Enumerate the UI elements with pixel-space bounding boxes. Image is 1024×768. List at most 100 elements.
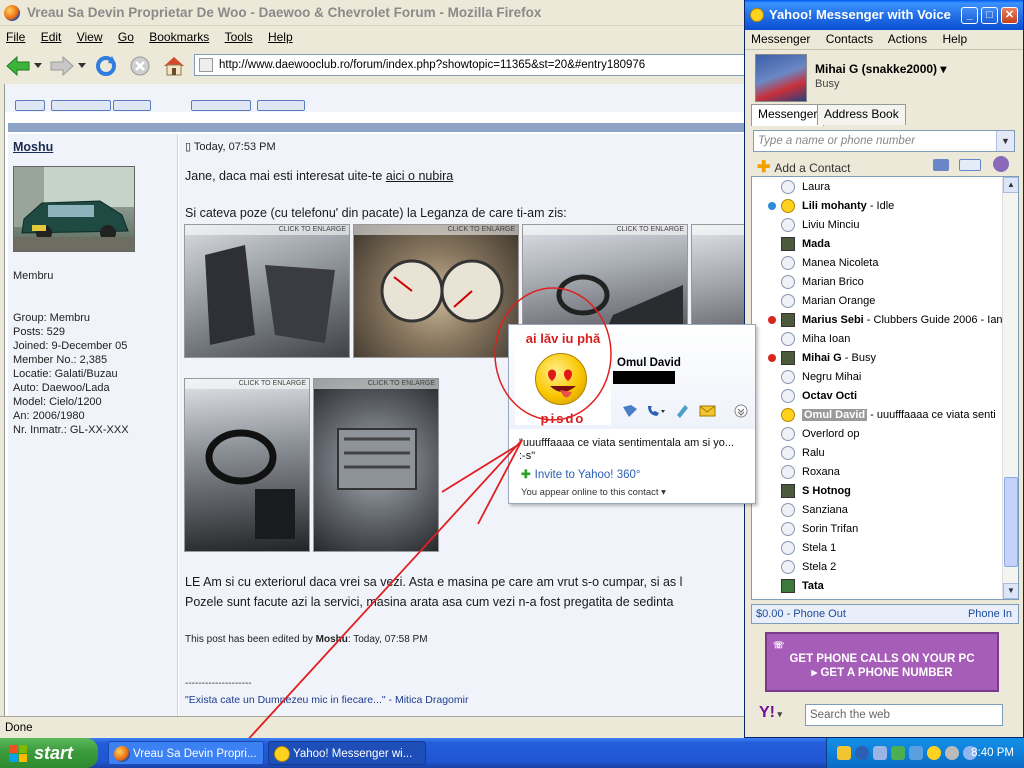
add-contact-button[interactable]: ✚ Add a Contact	[757, 157, 850, 177]
menu-actions[interactable]: Actions	[888, 32, 927, 46]
contact-item[interactable]: Ralu	[752, 444, 1004, 463]
appear-online-menu[interactable]: You appear online to this contact ▾	[521, 487, 666, 498]
yahoo-logo-dropdown-icon[interactable]: ▾	[775, 709, 783, 719]
menu-file[interactable]: File	[0, 26, 31, 48]
firefox-title-bar[interactable]: Vreau Sa Devin Proprietar De Woo - Daewo…	[0, 0, 752, 26]
expand-chevron-icon[interactable]	[733, 403, 751, 419]
menu-contacts[interactable]: Contacts	[826, 32, 873, 46]
menu-edit[interactable]: Edit	[35, 26, 68, 48]
search-dropdown-icon[interactable]: ▼	[996, 131, 1014, 151]
maximize-button[interactable]: □	[981, 7, 998, 24]
taskbar-item-firefox[interactable]: Vreau Sa Devin Propri...	[108, 741, 264, 765]
contact-item[interactable]: Marian Brico	[752, 273, 1004, 292]
scroll-down-icon[interactable]: ▼	[1003, 583, 1018, 599]
contact-tools-icon[interactable]	[993, 156, 1009, 172]
back-dropdown-icon[interactable]	[32, 52, 44, 80]
contact-list-scrollbar[interactable]: ▲ ▼	[1002, 177, 1018, 599]
post-author-link[interactable]: Moshu	[13, 140, 53, 154]
forum-button[interactable]	[191, 100, 251, 111]
contact-item[interactable]: Marian Orange	[752, 292, 1004, 311]
car-photo-engine[interactable]: CLICK TO ENLARGE	[313, 378, 439, 552]
do-not-disturb-icon	[768, 354, 776, 362]
email-icon[interactable]	[699, 403, 717, 419]
sms-icon[interactable]	[959, 159, 981, 171]
contact-item[interactable]: Lili mohanty - Idle	[752, 197, 1004, 216]
phone-in-link[interactable]: Phone In	[968, 605, 1012, 623]
contact-item[interactable]: Laura	[752, 178, 1004, 197]
contact-item[interactable]: Sanziana	[752, 501, 1004, 520]
send-message-icon[interactable]	[621, 403, 639, 419]
contact-item[interactable]: Roxana	[752, 463, 1004, 482]
user-status[interactable]: Busy	[815, 78, 839, 90]
contact-item[interactable]: Manea Nicoleta	[752, 254, 1004, 273]
messenger-title-bar[interactable]: Yahoo! Messenger with Voice _ □ ✕	[745, 0, 1023, 30]
contact-item[interactable]: Sorin Trifan	[752, 520, 1004, 539]
minimize-button[interactable]: _	[961, 7, 978, 24]
contact-item[interactable]: Marius Sebi - Clubbers Guide 2006 - Ian	[752, 311, 1004, 330]
forum-button[interactable]	[257, 100, 305, 111]
home-icon[interactable]	[160, 52, 188, 80]
mail-icon[interactable]	[933, 159, 949, 171]
reload-icon[interactable]	[92, 52, 120, 80]
start-button[interactable]: start	[0, 738, 98, 768]
menu-tools[interactable]: Tools	[219, 26, 259, 48]
nubira-link[interactable]: aici o nubira	[386, 169, 453, 183]
webcam-icon[interactable]	[673, 403, 691, 419]
appear-dropdown-icon[interactable]: ▾	[661, 487, 666, 498]
contact-item[interactable]: Stela 2	[752, 558, 1004, 577]
contact-item[interactable]: Omul David - uuufffaaaa ce viata senti	[752, 406, 1004, 425]
taskbar-item-messenger[interactable]: Yahoo! Messenger wi...	[268, 741, 426, 765]
tray-gear-icon[interactable]	[945, 746, 959, 760]
contact-item[interactable]: Tata	[752, 577, 1004, 596]
car-photo-seats[interactable]: CLICK TO ENLARGE	[184, 224, 350, 358]
contact-item[interactable]: Octav Octi	[752, 387, 1004, 406]
tab-messenger[interactable]: Messenger	[751, 104, 825, 126]
phone-ad-banner[interactable]: ☏ GET PHONE CALLS ON YOUR PC ▸ GET A PHO…	[765, 632, 999, 692]
ad-line-1: GET PHONE CALLS ON YOUR PC	[789, 653, 975, 665]
tray-volume-icon[interactable]	[909, 746, 923, 760]
scroll-thumb[interactable]	[1004, 477, 1018, 567]
forum-button[interactable]	[113, 100, 151, 111]
menu-help[interactable]: Help	[942, 32, 967, 46]
contact-search-input[interactable]: Type a name or phone number ▼	[753, 130, 1015, 152]
contact-item[interactable]: Stela 1	[752, 539, 1004, 558]
contact-item[interactable]: Miha Ioan	[752, 330, 1004, 349]
forum-button[interactable]	[51, 100, 111, 111]
contact-item[interactable]: Negru Mihai	[752, 368, 1004, 387]
contact-item[interactable]: Overlord op	[752, 425, 1004, 444]
close-button[interactable]: ✕	[1001, 7, 1018, 24]
stop-icon[interactable]	[126, 52, 154, 80]
contact-status-text: - uuufffaaaa ce viata senti	[867, 409, 996, 421]
menu-help[interactable]: Help	[262, 26, 299, 48]
menu-bookmarks[interactable]: Bookmarks	[143, 26, 215, 48]
menu-view[interactable]: View	[71, 26, 109, 48]
tray-pencil-icon[interactable]	[837, 746, 851, 760]
scroll-up-icon[interactable]: ▲	[1003, 177, 1018, 193]
address-bar[interactable]: http://www.daewooclub.ro/forum/index.php…	[194, 54, 752, 76]
tray-network-icon[interactable]	[873, 746, 887, 760]
yahoo-logo[interactable]: Y! ▾	[759, 704, 782, 722]
tab-address-book[interactable]: Address Book	[817, 104, 906, 125]
car-photo-steering[interactable]: CLICK TO ENLARGE	[184, 378, 310, 552]
forum-button[interactable]	[15, 100, 45, 111]
phone-out-link[interactable]: $0.00 - Phone Out	[756, 605, 846, 623]
tray-security-icon[interactable]	[891, 746, 905, 760]
call-phone-icon[interactable]	[645, 403, 665, 419]
car-photo-dashboard[interactable]: CLICK TO ENLARGE	[353, 224, 519, 358]
contact-item[interactable]: Mihai G - Busy	[752, 349, 1004, 368]
contact-item[interactable]: Mada	[752, 235, 1004, 254]
back-arrow-icon[interactable]	[4, 52, 32, 80]
forward-dropdown-icon[interactable]	[76, 52, 88, 80]
forward-arrow-icon[interactable]	[48, 52, 76, 80]
tray-globe-icon[interactable]	[855, 746, 869, 760]
contact-item[interactable]: S Hotnog	[752, 482, 1004, 501]
user-avatar[interactable]	[755, 54, 807, 102]
web-search-input[interactable]: Search the web	[805, 704, 1003, 726]
menu-go[interactable]: Go	[112, 26, 140, 48]
user-display-name[interactable]: Mihai G (snakke2000) ▾	[815, 62, 946, 76]
invite-360-link[interactable]: ✚ Invite to Yahoo! 360°	[521, 467, 640, 481]
menu-messenger[interactable]: Messenger	[751, 32, 810, 46]
tray-yahoo-icon[interactable]	[927, 746, 941, 760]
contact-item[interactable]: Liviu Minciu	[752, 216, 1004, 235]
user-dropdown-icon[interactable]: ▾	[940, 62, 946, 76]
